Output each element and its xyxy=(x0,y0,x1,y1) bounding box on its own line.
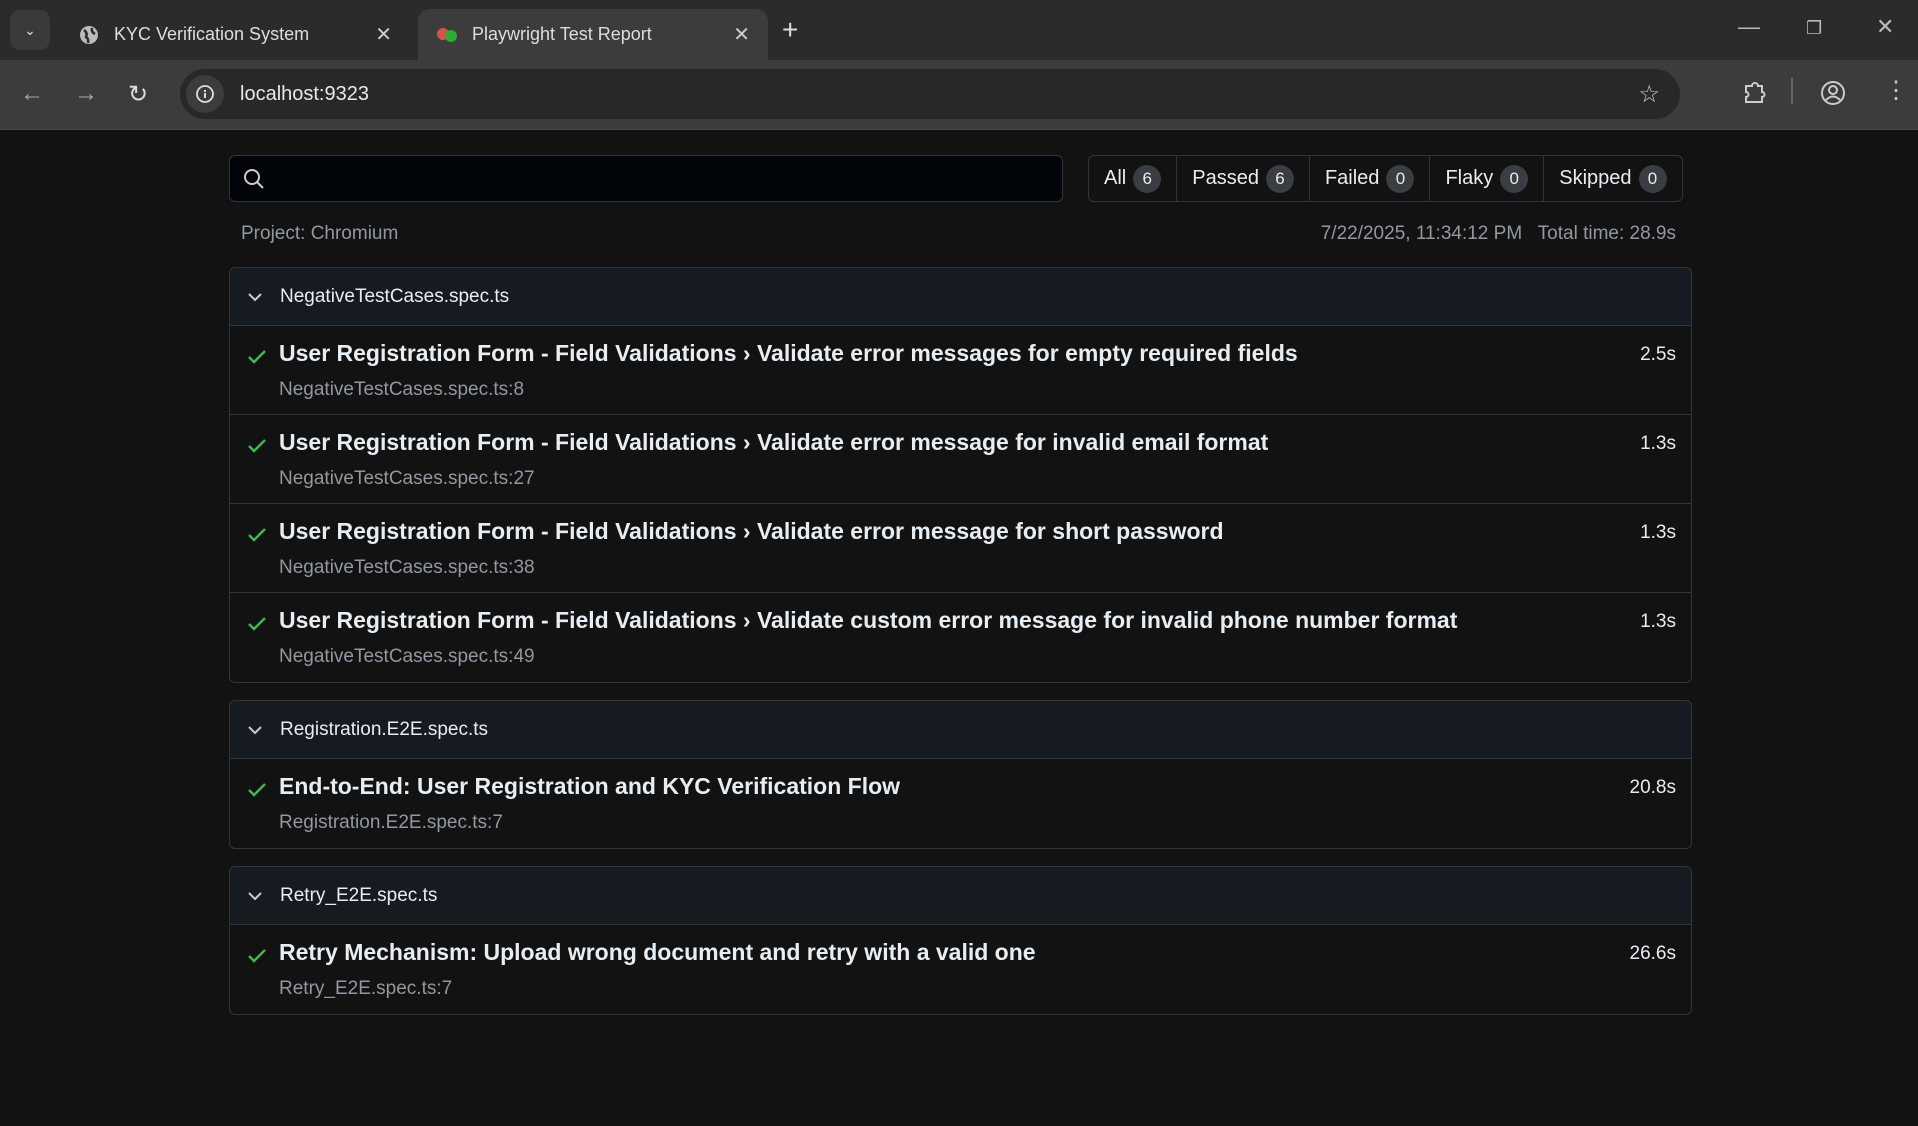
filter-passed[interactable]: Passed 6 xyxy=(1177,156,1310,201)
extensions-icon[interactable] xyxy=(1742,80,1768,111)
minimize-icon[interactable]: — xyxy=(1738,14,1760,40)
test-file-group: Retry_E2E.spec.ts Retry Mechanism: Uploa… xyxy=(229,866,1692,1015)
tab-kyc-verification[interactable]: KYC Verification System ✕ xyxy=(60,9,410,60)
test-row[interactable]: Retry Mechanism: Upload wrong document a… xyxy=(230,925,1691,1014)
project-label: Project: Chromium xyxy=(241,223,399,244)
test-title-link[interactable]: User Registration Form - Field Validatio… xyxy=(279,340,1298,367)
test-duration: 2.5s xyxy=(1640,344,1676,365)
back-icon[interactable]: ← xyxy=(20,80,44,108)
close-tab-icon[interactable]: ✕ xyxy=(733,22,750,47)
chevron-down-icon xyxy=(248,891,262,900)
filter-label: Flaky xyxy=(1445,167,1494,189)
check-passed-icon xyxy=(248,783,266,797)
filter-label: All xyxy=(1104,167,1127,189)
test-location: NegativeTestCases.spec.ts:8 xyxy=(279,379,525,400)
search-field[interactable] xyxy=(229,155,1063,202)
chevron-down-icon xyxy=(248,292,262,301)
file-name: Retry_E2E.spec.ts xyxy=(280,884,438,906)
filter-label: Failed xyxy=(1324,167,1380,189)
test-row[interactable]: End-to-End: User Registration and KYC Ve… xyxy=(230,759,1691,848)
close-tab-icon[interactable]: ✕ xyxy=(375,22,392,47)
reload-icon[interactable]: ↻ xyxy=(128,80,148,109)
file-name: NegativeTestCases.spec.ts xyxy=(280,285,510,307)
test-row[interactable]: User Registration Form - Field Validatio… xyxy=(230,504,1691,593)
tab-title: Playwright Test Report xyxy=(472,24,652,44)
test-title-link[interactable]: Retry Mechanism: Upload wrong document a… xyxy=(279,939,1036,966)
filter-skipped[interactable]: Skipped 0 xyxy=(1544,156,1681,201)
test-location: NegativeTestCases.spec.ts:27 xyxy=(279,468,535,489)
filter-all[interactable]: All 6 xyxy=(1089,156,1178,201)
menu-kebab-icon[interactable]: ⋮ xyxy=(1884,76,1908,105)
check-passed-icon xyxy=(248,350,266,364)
tab-playwright-report[interactable]: Playwright Test Report ✕ xyxy=(418,9,768,60)
toolbar-divider xyxy=(1791,78,1793,104)
file-group-header[interactable]: Registration.E2E.spec.ts xyxy=(230,701,1691,759)
filter-count-badge: 0 xyxy=(1638,164,1667,193)
tab-search-dropdown[interactable]: ⌄ xyxy=(10,10,50,50)
tab-bar: ⌄ KYC Verification System ✕ Playwright T… xyxy=(0,0,1918,60)
address-bar[interactable]: localhost:9323 ☆ xyxy=(180,69,1680,119)
test-location: Registration.E2E.spec.ts:7 xyxy=(279,812,503,833)
filter-count-badge: 0 xyxy=(1500,164,1529,193)
test-title-link[interactable]: User Registration Form - Field Validatio… xyxy=(279,518,1224,545)
status-filters: All 6 Passed 6 Failed 0 Flaky 0 Skipped 0 xyxy=(1088,155,1683,202)
restore-icon[interactable]: ❐ xyxy=(1806,18,1822,39)
profile-icon[interactable] xyxy=(1820,80,1846,111)
file-name: Registration.E2E.spec.ts xyxy=(280,718,489,740)
test-location: Retry_E2E.spec.ts:7 xyxy=(279,978,453,999)
test-title-link[interactable]: User Registration Form - Field Validatio… xyxy=(279,607,1457,634)
filter-label: Passed xyxy=(1192,167,1259,189)
browser-toolbar: ← → ↻ localhost:9323 ☆ ⋮ xyxy=(0,60,1918,130)
file-group-header[interactable]: Retry_E2E.spec.ts xyxy=(230,867,1691,925)
test-duration: 20.8s xyxy=(1629,777,1676,798)
new-tab-button[interactable]: + xyxy=(782,14,798,46)
globe-icon xyxy=(78,24,100,46)
timestamp: 7/22/2025, 11:34:12 PM xyxy=(1320,223,1523,244)
check-passed-icon xyxy=(248,617,266,631)
test-duration: 1.3s xyxy=(1640,433,1676,454)
test-row[interactable]: User Registration Form - Field Validatio… xyxy=(230,326,1691,415)
test-row[interactable]: User Registration Form - Field Validatio… xyxy=(230,415,1691,504)
filter-flaky[interactable]: Flaky 0 xyxy=(1430,156,1545,201)
search-icon xyxy=(244,168,264,189)
test-title-link[interactable]: End-to-End: User Registration and KYC Ve… xyxy=(279,773,900,800)
check-passed-icon xyxy=(248,528,266,542)
check-passed-icon xyxy=(248,949,266,963)
search-input[interactable] xyxy=(276,168,1062,189)
test-file-group: Registration.E2E.spec.ts End-to-End: Use… xyxy=(229,700,1692,849)
run-info: 7/22/2025, 11:34:12 PM Total time: 28.9s xyxy=(1321,223,1676,245)
check-passed-icon xyxy=(248,439,266,453)
test-location: NegativeTestCases.spec.ts:38 xyxy=(279,557,535,578)
filter-label: Skipped xyxy=(1559,167,1632,189)
test-row[interactable]: User Registration Form - Field Validatio… xyxy=(230,593,1691,682)
chevron-down-icon xyxy=(248,725,262,734)
forward-icon[interactable]: → xyxy=(74,80,98,108)
test-duration: 26.6s xyxy=(1629,943,1676,964)
filter-count-badge: 0 xyxy=(1386,164,1415,193)
url-text: localhost:9323 xyxy=(240,82,369,105)
filter-count-badge: 6 xyxy=(1265,164,1294,193)
test-location: NegativeTestCases.spec.ts:49 xyxy=(279,646,535,667)
test-file-group: NegativeTestCases.spec.ts User Registrat… xyxy=(229,267,1692,683)
site-info-icon[interactable] xyxy=(186,75,224,113)
playwright-logo-icon xyxy=(436,24,458,46)
test-duration: 1.3s xyxy=(1640,611,1676,632)
tab-title: KYC Verification System xyxy=(114,24,310,44)
close-window-icon[interactable]: ✕ xyxy=(1876,14,1894,40)
total-time: Total time: 28.9s xyxy=(1537,223,1676,244)
filter-failed[interactable]: Failed 0 xyxy=(1310,156,1431,201)
file-group-header[interactable]: NegativeTestCases.spec.ts xyxy=(230,268,1691,326)
test-title-link[interactable]: User Registration Form - Field Validatio… xyxy=(279,429,1268,456)
test-duration: 1.3s xyxy=(1640,522,1676,543)
filter-count-badge: 6 xyxy=(1133,164,1162,193)
bookmark-star-icon[interactable]: ☆ xyxy=(1638,80,1660,109)
